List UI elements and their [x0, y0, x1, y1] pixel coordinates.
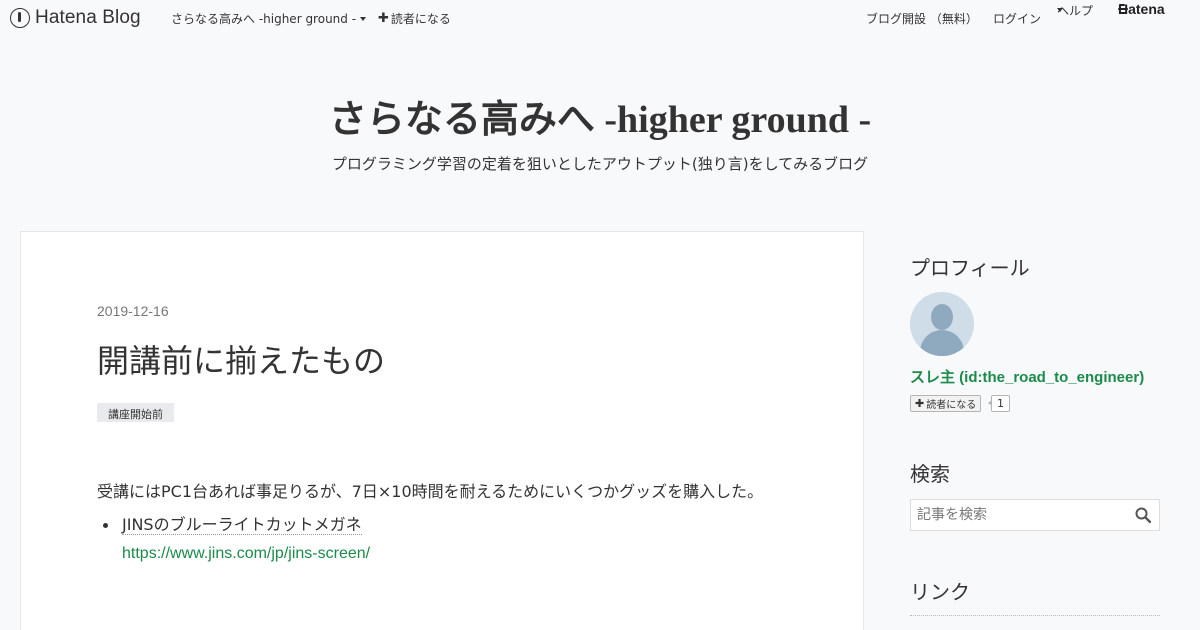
search-module	[910, 499, 1160, 531]
subscribe-link[interactable]: ✚ 読者になる	[378, 10, 451, 27]
blog-menu-label: さらなる高みへ -higher ground -	[171, 12, 357, 26]
profile-heading: プロフィール	[910, 256, 1030, 280]
jins-screen-link[interactable]: https://www.jins.com/jp/jins-screen/	[122, 545, 370, 562]
open-blog-link[interactable]: ブログ開設 （無料）	[866, 10, 978, 27]
hatena-logo-text: Hatena	[1118, 1, 1165, 17]
logo-text: Hatena Blog	[35, 7, 141, 28]
caret-down-icon	[360, 16, 367, 21]
divider	[910, 615, 1160, 616]
category-badge[interactable]: 講座開始前	[97, 403, 174, 422]
entry-date[interactable]: 2019-12-16	[97, 303, 169, 319]
profile-name-link[interactable]: スレ主 (id:the_road_to_engineer)	[910, 366, 1144, 387]
user-head-icon	[931, 304, 953, 330]
login-link[interactable]: ログイン	[993, 10, 1041, 27]
blog-menu-dropdown[interactable]: さらなる高みへ -higher ground -	[171, 10, 367, 27]
blog-description: プログラミング学習の定着を狙いとしたアウトプット(独り言)をしてみるブログ	[331, 155, 869, 173]
subscribe-label: 読者になる	[390, 12, 451, 26]
entry-content: 受講にはPC1台あれば事足りるが、7日×10時間を耐えるためにいくつかグッズを購…	[97, 476, 767, 568]
entry-title[interactable]: 開講前に揃えたもの	[97, 336, 385, 382]
search-heading: 検索	[910, 462, 950, 486]
user-body-icon	[920, 330, 964, 356]
entry-list: JINSのブルーライトカットメガネ https://www.jins.com/j…	[97, 511, 767, 568]
avatar[interactable]	[910, 292, 974, 356]
hatena-blog-logo[interactable]: Hatena Blog	[10, 6, 141, 30]
caret-down-icon	[1057, 8, 1063, 12]
subscribe-button[interactable]: ✚ 読者になる	[910, 395, 982, 412]
search-input[interactable]	[911, 500, 1131, 530]
plus-icon: ✚	[378, 11, 389, 26]
hatena-blog-logo-icon	[10, 8, 30, 28]
blog-title[interactable]: さらなる高みへ -higher ground -	[0, 88, 1200, 143]
entry-article: 2019-12-16 開講前に揃えたもの 講座開始前 受講にはPC1台あれば事足…	[20, 231, 864, 630]
subscriber-count[interactable]: 1	[988, 395, 1010, 412]
list-item: JINSのブルーライトカットメガネ https://www.jins.com/j…	[97, 511, 767, 568]
search-icon[interactable]	[1135, 507, 1151, 523]
list-item-label: JINSのブルーライトカットメガネ	[122, 515, 362, 535]
plus-icon: ✚	[915, 397, 925, 410]
subscribe-button-label: 読者になる	[926, 400, 977, 411]
global-header: Hatena Blog さらなる高みへ -higher ground - ✚ 読…	[0, 0, 1200, 36]
links-heading: リンク	[910, 580, 970, 604]
entry-paragraph: 受講にはPC1台あれば事足りるが、7日×10時間を耐えるためにいくつかグッズを購…	[97, 482, 764, 501]
